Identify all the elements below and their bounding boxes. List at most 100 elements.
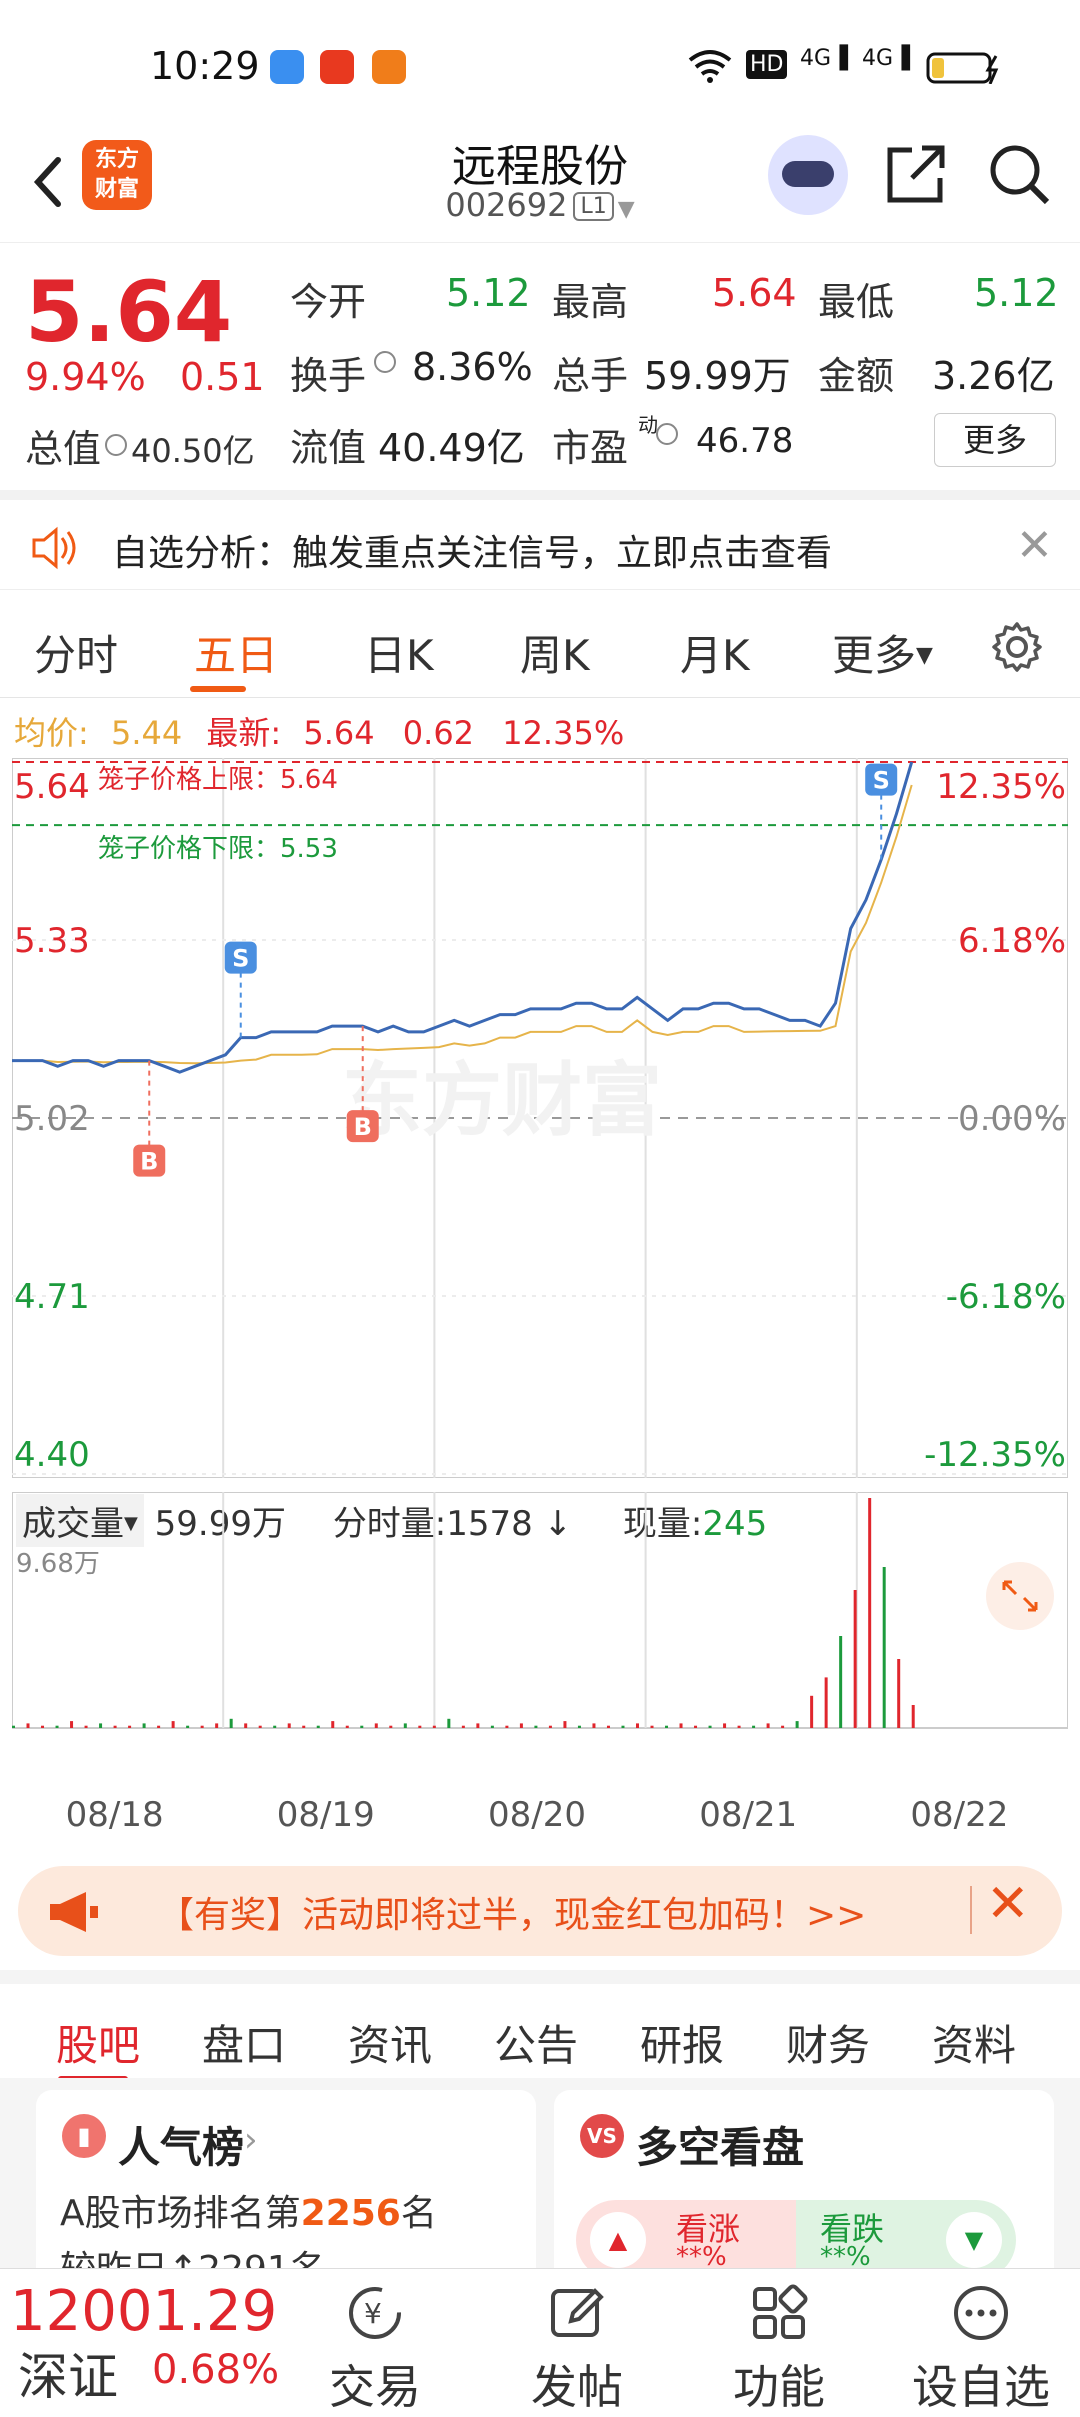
volume-bar [519, 1723, 523, 1728]
gear-icon[interactable] [990, 620, 1044, 674]
tab-announcements[interactable]: 公告 [494, 2012, 578, 2073]
share-icon[interactable] [882, 140, 950, 208]
volume-bar [331, 1721, 335, 1728]
volume-bar [418, 1725, 422, 1728]
bull-bear-title: 多空看盘 [636, 2123, 805, 2172]
popularity-rank: A股市场排名第2256名 [60, 2184, 437, 2236]
tab-profile[interactable]: 资料 [932, 2012, 1016, 2073]
tab-monthly-k[interactable]: 月K [680, 622, 750, 683]
average-price-line [12, 784, 913, 1065]
market-cap[interactable]: 总值 40.50亿 [25, 418, 255, 473]
amount-value: 3.26亿 [932, 354, 1055, 398]
volume-bar [868, 1498, 872, 1728]
volume-bar [606, 1725, 610, 1728]
date-axis: 08/18 08/19 08/20 08/21 08/22 [0, 1795, 1080, 1835]
edit-icon [551, 2288, 604, 2337]
alert-banner[interactable]: 自选分析：触发重点关注信号，立即点击查看 ✕ [0, 490, 1080, 590]
info-tabs: 股吧 盘口 资讯 公告 研报 财务 资料 [0, 1970, 1080, 2082]
amount-label: 金额 [818, 354, 895, 398]
volume-bar [200, 1725, 204, 1728]
tab-intraday[interactable]: 分时 [34, 622, 118, 683]
y-axis-left-tick: 5.64 [14, 767, 90, 807]
volume-bar [911, 1705, 915, 1728]
rank-value: 2256 [300, 2193, 401, 2234]
video-app-icon [320, 50, 354, 84]
info-icon[interactable] [656, 423, 678, 445]
close-icon[interactable]: ✕ [1016, 520, 1053, 571]
bull-bear-card[interactable]: VS 多空看盘 ▲ 看涨 **% 看跌 **% ▼ [554, 2090, 1054, 2290]
volume-bar [26, 1723, 30, 1728]
index-ticker[interactable]: 12001.29 深证 0.68% [0, 2269, 300, 2406]
shop-app-icon [372, 50, 406, 84]
tab-five-day[interactable]: 五日 [194, 622, 278, 683]
volume-bar [12, 1725, 15, 1728]
tab-news[interactable]: 资讯 [348, 2012, 432, 2073]
tab-more-label: 更多 [832, 631, 917, 680]
volume-bar [534, 1725, 538, 1728]
wifi-icon [688, 50, 732, 83]
tab-guba[interactable]: 股吧 [56, 2012, 140, 2073]
expand-button[interactable] [986, 1562, 1054, 1630]
volume-bar [897, 1659, 901, 1728]
pe-label: 市盈 [552, 426, 629, 470]
info-icon[interactable] [374, 351, 396, 373]
tab-financials[interactable]: 财务 [786, 2012, 870, 2073]
price-chart[interactable]: 东方财富 笼子价格上限：5.64 笼子价格下限：5.53 5.64 12.35% 5.… [12, 758, 1068, 1478]
watermark: 东方财富 [342, 1054, 662, 1147]
volume-bar [186, 1725, 190, 1728]
volume-bar [752, 1725, 756, 1728]
y-axis-right-tick: 12.35% [936, 767, 1066, 807]
index-value: 12001.29 [10, 2279, 278, 2344]
stock-code-value: 002692 [445, 186, 568, 224]
latest-value: 5.64 [303, 714, 375, 752]
bottom-nav: 12001.29 深证 0.68% ¥ 交易 发帖 功能 设自选 [0, 2268, 1080, 2414]
info-icon[interactable] [105, 434, 128, 456]
chevron-down-icon[interactable]: ▼ [618, 197, 635, 222]
volume-bar [882, 1567, 886, 1728]
volume-bar [461, 1725, 465, 1728]
search-icon[interactable] [985, 140, 1053, 208]
nav-trade-label: 交易 [329, 2360, 421, 2414]
tab-weekly-k[interactable]: 周K [520, 622, 590, 683]
y-axis-left-tick: 4.71 [14, 1277, 90, 1317]
change-percent: 9.94% [25, 355, 146, 399]
tab-research[interactable]: 研报 [640, 2012, 724, 2073]
y-axis-right-tick: -6.18% [946, 1277, 1066, 1317]
more-dots-icon [954, 2286, 1008, 2340]
volume-bar [853, 1590, 857, 1728]
volume-value: 59.99万 [644, 354, 791, 398]
high-label: 最高 [552, 280, 629, 324]
volume-bar [229, 1718, 233, 1728]
close-icon[interactable]: ✕ [986, 1874, 1030, 1934]
nav-post[interactable]: 发帖 [502, 2273, 652, 2417]
nav-add-watchlist[interactable]: 设自选 [906, 2273, 1056, 2417]
marker-label: S [232, 945, 249, 973]
more-button[interactable]: 更多 [934, 413, 1056, 467]
tab-more[interactable]: 更多▼ [832, 622, 933, 683]
tab-orderbook[interactable]: 盘口 [202, 2012, 286, 2073]
bull-arrow-icon: ▲ [590, 2212, 646, 2268]
alert-text: 自选分析：触发重点关注信号，立即点击查看 [112, 533, 833, 574]
volume-bar [810, 1695, 814, 1728]
chart-period-tabs: 分时 五日 日K 周K 月K 更多▼ [0, 600, 1080, 698]
bar-chart-icon: ▮ [62, 2114, 106, 2158]
volume-bar [679, 1723, 683, 1728]
bear-arrow-icon: ▼ [946, 2212, 1002, 2268]
ai-assistant-icon[interactable] [768, 135, 848, 215]
nav-trade[interactable]: ¥ 交易 [300, 2273, 450, 2417]
high-value: 5.64 [712, 271, 797, 315]
volume-bar [157, 1725, 161, 1728]
y-axis-right-tick: 0.00% [958, 1099, 1066, 1139]
volume-bar [737, 1725, 741, 1728]
nav-functions[interactable]: 功能 [704, 2273, 854, 2417]
tab-daily-k[interactable]: 日K [364, 622, 434, 683]
volume-bar [70, 1721, 74, 1728]
promo-banner[interactable]: 【有奖】活动即将过半，现金红包加码！>> ✕ [18, 1866, 1062, 1956]
rank-suffix: 名 [400, 2193, 437, 2234]
volume-chart[interactable]: 9.68万 [12, 1492, 1068, 1792]
level-badge[interactable]: L1 [573, 192, 614, 221]
y-axis-left-tick: 4.40 [14, 1435, 90, 1475]
popularity-card[interactable]: ▮ 人气榜 › A股市场排名第2256名 较昨日↑2291名 [36, 2090, 536, 2290]
volume-bar [215, 1723, 219, 1728]
latest-percent: 12.35% [502, 714, 625, 752]
